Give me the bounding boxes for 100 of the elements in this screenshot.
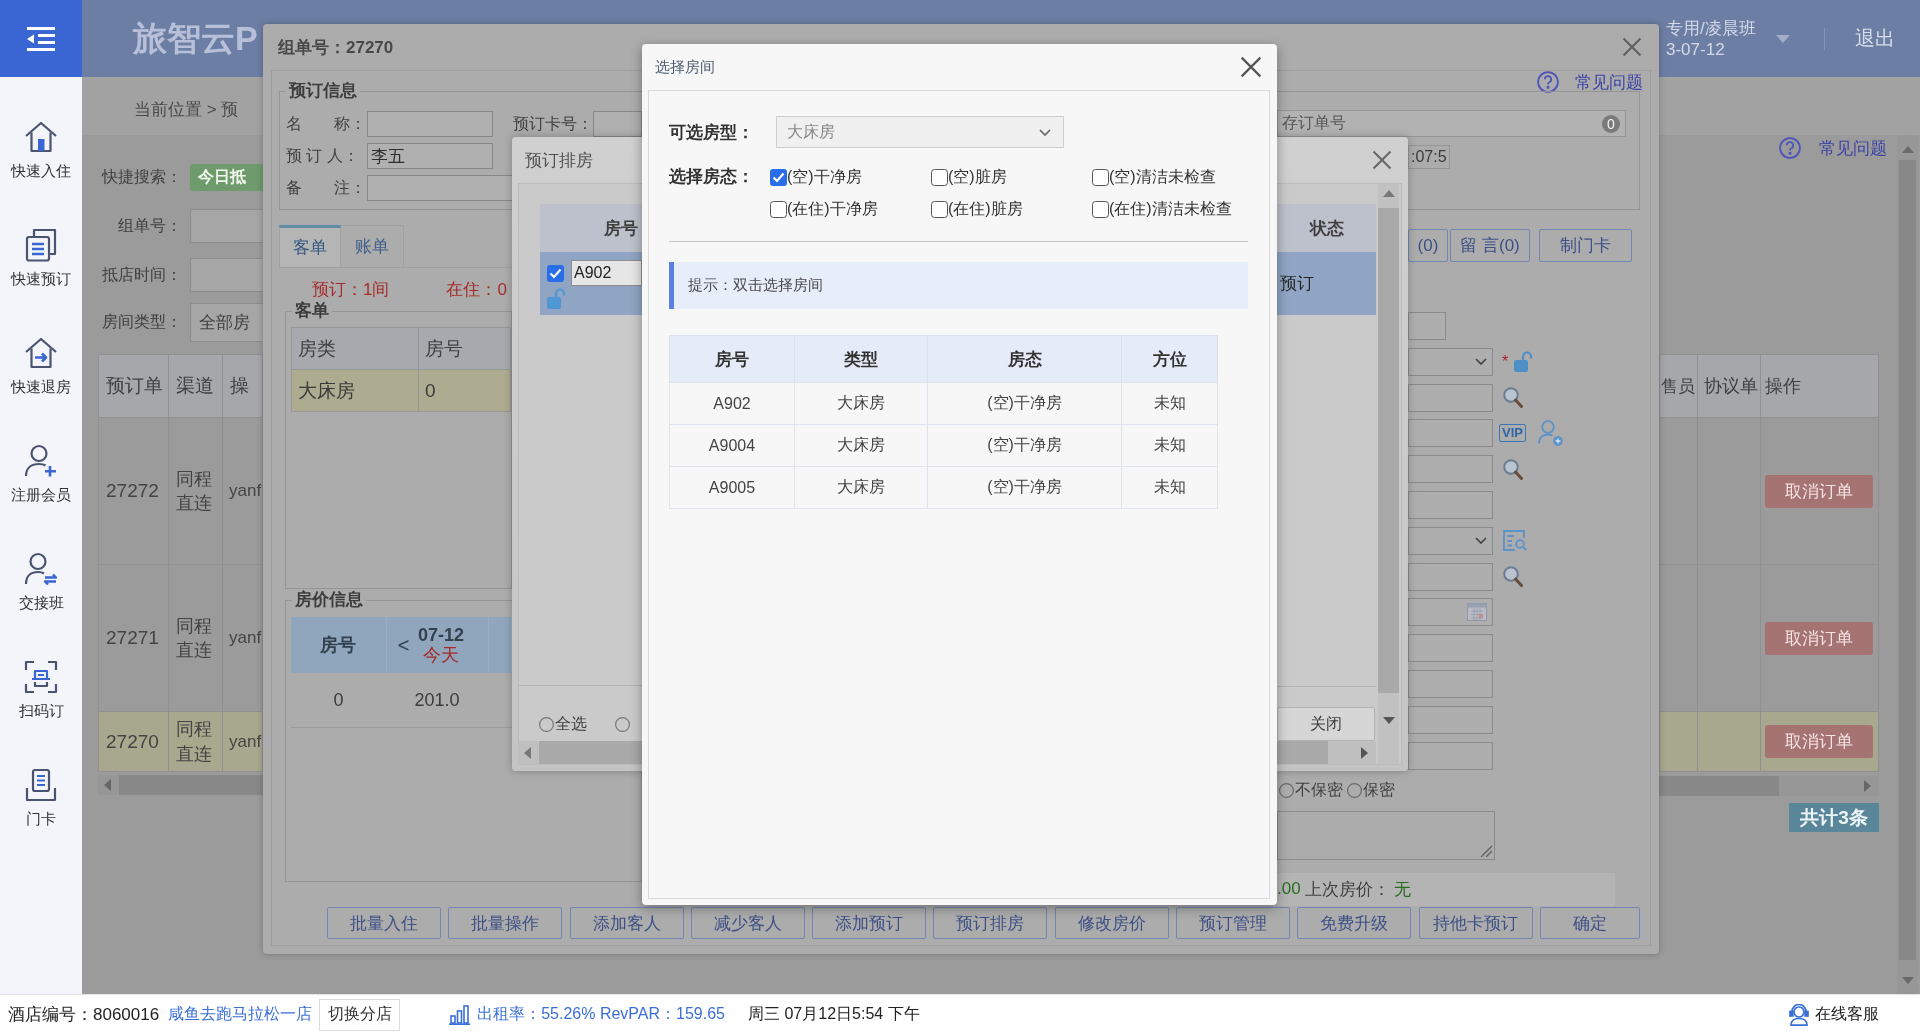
input-field[interactable] <box>1408 419 1493 448</box>
action-button[interactable]: 免费升级 <box>1297 907 1412 939</box>
action-button[interactable]: 预订管理 <box>1176 907 1291 939</box>
tab[interactable]: 客单 <box>279 225 341 267</box>
scrollbar-thumb[interactable] <box>539 741 642 764</box>
select-field[interactable] <box>1408 347 1493 376</box>
scroll-up-icon[interactable] <box>1901 146 1914 153</box>
input-field[interactable] <box>1408 669 1493 698</box>
unlock-icon[interactable] <box>547 288 566 309</box>
action-button[interactable]: 制门卡 <box>1539 229 1632 262</box>
table-row[interactable]: 取消订单 <box>1659 417 1879 565</box>
scroll-left-icon[interactable] <box>104 779 111 791</box>
scrollbar-thumb[interactable] <box>1378 208 1399 693</box>
table-row[interactable]: A9004 大床房 (空)干净房 未知 <box>669 424 1218 467</box>
action-button[interactable]: 持他卡预订 <box>1418 907 1533 939</box>
input-field[interactable] <box>367 175 513 201</box>
scrollbar-thumb[interactable] <box>1277 741 1328 764</box>
checkbox-label[interactable]: (在住)干净房 <box>787 198 878 220</box>
checkbox-label[interactable]: (空)清洁未检查 <box>1109 166 1216 188</box>
hotel-name-link[interactable]: 咸鱼去跑马拉松一店 <box>168 1004 313 1025</box>
room-number-field[interactable]: A902 <box>571 260 642 286</box>
radio-label[interactable]: 保密 <box>1363 780 1395 802</box>
input-field[interactable] <box>190 258 263 292</box>
action-button[interactable]: 批量操作 <box>448 907 563 939</box>
close-icon[interactable] <box>1240 56 1262 78</box>
table-row[interactable]: A902 大床房 (空)干净房 未知 <box>669 382 1218 425</box>
switch-branch-button[interactable]: 切换分店 <box>319 998 401 1031</box>
close-button[interactable]: 关闭 <box>1277 707 1375 741</box>
checkbox[interactable] <box>931 200 948 218</box>
previous-date-button[interactable]: < <box>394 633 413 657</box>
action-button[interactable]: 添加客人 <box>569 907 684 939</box>
radio-button[interactable] <box>615 717 630 732</box>
tab[interactable]: 账单 <box>341 225 404 267</box>
scroll-right-icon[interactable] <box>1361 746 1368 759</box>
table-row[interactable]: 取消订单 <box>1659 711 1879 772</box>
order-number-field[interactable]: 存订单号 0 <box>1277 110 1626 137</box>
cancel-order-button[interactable]: 取消订单 <box>1765 725 1873 758</box>
help-link[interactable]: 常见问题 <box>1819 136 1887 160</box>
sidebar-item[interactable]: 交接班 <box>18 552 64 613</box>
checkbox-label[interactable]: (在住)清洁未检查 <box>1109 198 1232 220</box>
unlock-icon[interactable] <box>1514 351 1534 373</box>
search-icon[interactable] <box>1503 566 1523 588</box>
input-field[interactable] <box>593 111 642 137</box>
input-field[interactable] <box>1408 383 1493 412</box>
action-button[interactable]: 预订排房 <box>933 907 1048 939</box>
select-field[interactable] <box>1408 526 1493 555</box>
search-icon[interactable] <box>1503 458 1523 480</box>
filter-button[interactable]: 今日抵 <box>190 164 263 191</box>
input-field[interactable] <box>1408 491 1493 519</box>
action-button[interactable]: 减少客人 <box>690 907 805 939</box>
checkbox[interactable] <box>931 168 948 186</box>
scroll-left-icon[interactable] <box>524 746 531 759</box>
input-field[interactable] <box>1408 634 1493 663</box>
checkbox[interactable] <box>770 200 787 218</box>
cancel-order-button[interactable]: 取消订单 <box>1765 474 1873 508</box>
dropdown-icon[interactable] <box>1776 34 1790 43</box>
table-row[interactable]: 预订 <box>1277 252 1376 315</box>
notes-field[interactable] <box>1277 810 1495 860</box>
scroll-right-icon[interactable] <box>1864 780 1871 792</box>
scroll-down-icon[interactable] <box>1901 977 1914 984</box>
input-field[interactable] <box>1408 562 1493 591</box>
action-button[interactable]: 批量入住 <box>327 907 441 939</box>
online-support-link[interactable]: 在线客服 <box>1789 1003 1879 1026</box>
checkbox[interactable] <box>1092 200 1109 218</box>
radio-label[interactable]: 全选 <box>555 714 587 735</box>
search-icon[interactable] <box>1503 387 1523 409</box>
radio-button[interactable] <box>539 717 554 732</box>
table-row[interactable]: A9005 大床房 (空)干净房 未知 <box>669 466 1218 509</box>
sidebar-item[interactable]: 注册会员 <box>11 444 71 505</box>
resize-grip-icon[interactable] <box>1480 844 1492 857</box>
close-icon[interactable] <box>1372 150 1392 170</box>
action-button[interactable]: 留 言(0) <box>1450 229 1530 262</box>
radio-label[interactable]: 不保密 <box>1295 780 1343 802</box>
checkbox-label[interactable]: (空)干净房 <box>787 166 862 188</box>
scrollbar-thumb[interactable] <box>1659 776 1779 796</box>
time-field[interactable]: :07:5 <box>1408 145 1450 169</box>
table-row[interactable]: 取消订单 <box>1659 564 1879 712</box>
input-field[interactable] <box>190 209 263 243</box>
vip-badge[interactable]: VIP <box>1499 424 1526 443</box>
scroll-up-icon[interactable] <box>1382 190 1395 197</box>
checkbox-label[interactable]: (空)脏房 <box>948 166 1007 188</box>
action-button[interactable]: 添加预订 <box>812 907 927 939</box>
checkbox[interactable] <box>1092 168 1109 186</box>
checkbox[interactable] <box>770 168 787 186</box>
add-user-icon[interactable] <box>1537 420 1563 447</box>
input-field[interactable]: 李五 <box>367 143 493 169</box>
menu-icon[interactable] <box>27 26 55 51</box>
input-field[interactable] <box>1408 705 1493 734</box>
table-row[interactable]: 大床房 0 <box>291 369 511 412</box>
scroll-down-icon[interactable] <box>1382 717 1395 724</box>
select-field[interactable]: 全部房 <box>190 303 263 342</box>
input-field[interactable] <box>1408 741 1493 770</box>
close-icon[interactable] <box>1622 37 1642 57</box>
sidebar-item[interactable]: 快速退房 <box>11 336 71 397</box>
radio-button[interactable] <box>1347 783 1362 799</box>
action-button[interactable]: 确定 <box>1539 907 1640 939</box>
sidebar-item[interactable]: 门卡 <box>24 768 58 829</box>
list-search-icon[interactable] <box>1503 530 1528 552</box>
checkbox[interactable] <box>547 265 564 282</box>
checkbox-label[interactable]: (在住)脏房 <box>948 198 1023 220</box>
